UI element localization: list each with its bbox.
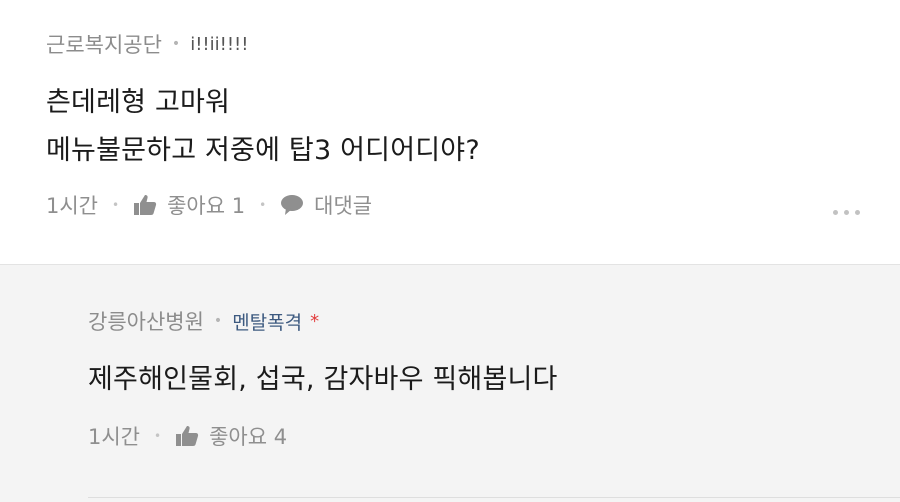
more-options-icon[interactable] [833,210,860,215]
action-separator-dot: • [112,198,120,212]
comment-text-line-1: 츤데레형 고마워 [46,87,231,118]
action-separator-dot: • [154,429,162,443]
like-button[interactable]: 좋아요 4 [209,421,287,451]
action-separator-dot: • [259,198,267,212]
comment-text-line-2: 메뉴불문하고 저중에 탑3 어디어디야? [46,135,480,166]
comment-nickname[interactable]: i!!ii!!!! [190,34,248,55]
reply-card: 강릉아산병원 • 멘탈폭격 * 제주해인물회, 섭국, 감자바우 픽해봅니다 1… [0,265,900,502]
reply-meta: 강릉아산병원 • 멘탈폭격 * [88,306,319,336]
comment-actions: 1시간 • 좋아요 1 • 대댓글 [46,190,372,220]
reply-actions: 1시간 • 좋아요 4 [88,421,287,451]
comment-card: 근로복지공단 • i!!ii!!!! 츤데레형 고마워 메뉴불문하고 저중에 탑… [0,0,900,264]
comment-meta: 근로복지공단 • i!!ii!!!! [46,29,249,59]
comment-time: 1시간 [46,194,99,218]
meta-separator-dot: • [171,36,181,52]
thumbs-up-icon[interactable] [175,425,199,447]
meta-separator-dot: • [213,313,223,329]
reply-author[interactable]: 강릉아산병원 [88,306,204,336]
reply-nickname[interactable]: 멘탈폭격 [232,308,302,335]
speech-bubble-icon[interactable] [280,194,304,216]
reply-text: 제주해인물회, 섭국, 감자바우 픽해봅니다 [88,364,558,395]
divider [88,497,900,498]
like-button[interactable]: 좋아요 1 [167,190,245,220]
thumbs-up-icon[interactable] [133,194,157,216]
reply-time: 1시간 [88,425,141,449]
comment-author[interactable]: 근로복지공단 [46,29,162,59]
reply-badge: * [310,310,320,332]
reply-button[interactable]: 대댓글 [314,190,372,220]
